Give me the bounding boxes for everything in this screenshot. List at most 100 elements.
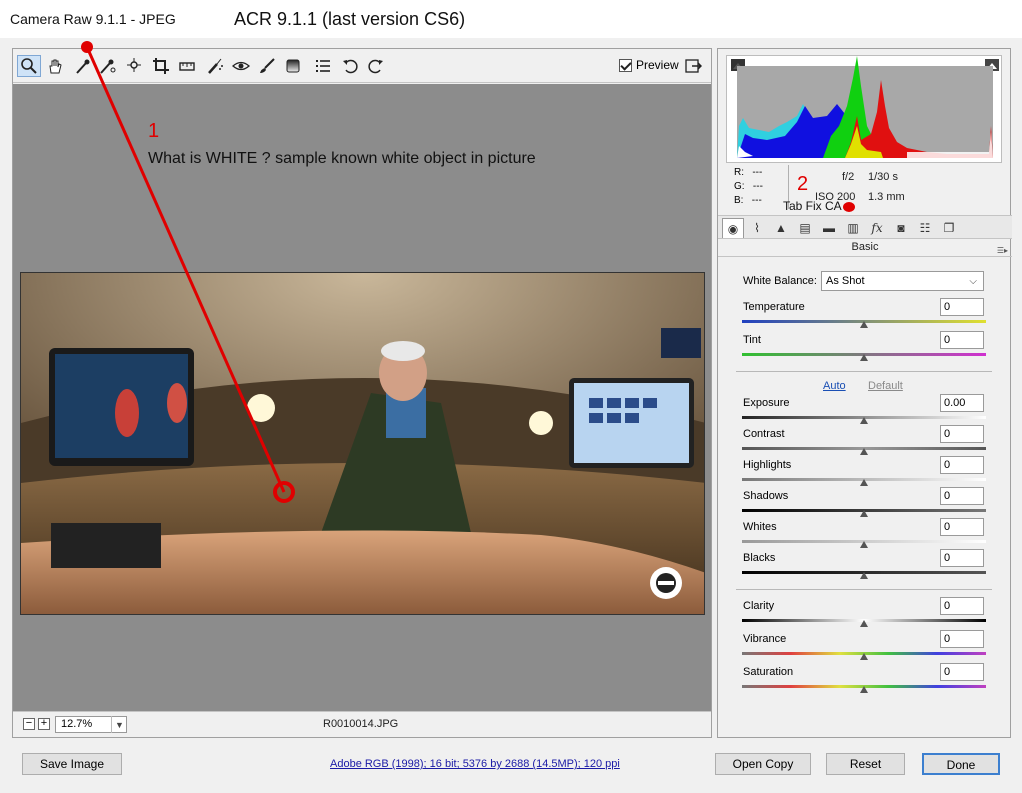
slider-thumb[interactable] <box>860 541 868 548</box>
b-readout: B: --- <box>734 195 762 206</box>
slider-value-field[interactable]: 0 <box>940 630 984 648</box>
slider-value-field[interactable]: 0 <box>940 487 984 505</box>
histogram-graph <box>737 56 993 158</box>
g-value: --- <box>752 181 763 192</box>
slider-value-field[interactable]: 0 <box>940 456 984 474</box>
slider-label: Blacks <box>743 552 776 564</box>
preview-image[interactable] <box>20 272 705 615</box>
preview-label: Preview <box>636 58 679 72</box>
histogram <box>726 55 1002 163</box>
app-title: Camera Raw 9.1.1 - JPEG <box>10 11 176 27</box>
slider-thumb[interactable] <box>860 354 868 361</box>
white-balance-label: White Balance: <box>743 275 817 287</box>
slider-value-field[interactable]: 0 <box>940 597 984 615</box>
basic-tab[interactable]: ◉ <box>722 218 744 238</box>
preferences-icon[interactable] <box>311 55 335 77</box>
adjustment-panel: R: --- G: --- B: --- f/2 1/30 s ISO 200 … <box>717 48 1012 738</box>
done-button[interactable]: Done <box>922 753 1000 775</box>
slider-label: Vibrance <box>743 633 787 645</box>
hand-tool-icon[interactable] <box>43 55 67 77</box>
focal-length-value: 1.3 mm <box>868 191 905 203</box>
default-link[interactable]: Default <box>868 380 903 392</box>
slider-label: Whites <box>743 521 777 533</box>
zoom-in-button[interactable]: + <box>38 718 50 730</box>
preview-checkbox[interactable] <box>619 58 632 72</box>
reset-button[interactable]: Reset <box>826 753 905 775</box>
fullscreen-toggle-icon[interactable] <box>681 55 705 77</box>
snapshots-tab[interactable]: ❐ <box>938 218 960 238</box>
filename-label: R0010014.JPG <box>323 718 399 730</box>
g-label: G: <box>734 181 745 192</box>
r-readout: R: --- <box>734 167 762 178</box>
r-label: R: <box>734 167 744 178</box>
slider-thumb[interactable] <box>860 510 868 517</box>
chevron-down-icon[interactable]: ▼ <box>111 716 127 733</box>
slider-thumb[interactable] <box>860 620 868 627</box>
shutter-value: 1/30 s <box>868 171 898 183</box>
slider-label: Contrast <box>743 428 785 440</box>
slider-thumb[interactable] <box>860 448 868 455</box>
slider-label: Highlights <box>743 459 792 471</box>
auto-link[interactable]: Auto <box>823 380 846 392</box>
slider-value-field[interactable]: 0 <box>940 298 984 316</box>
rotate-ccw-icon[interactable] <box>339 55 363 77</box>
tone-curve-tab[interactable]: ⌇ <box>746 218 768 238</box>
slider-thumb[interactable] <box>860 321 868 328</box>
slider-label: Clarity <box>743 600 775 612</box>
save-image-button[interactable]: Save Image <box>22 753 122 775</box>
rotate-cw-icon[interactable] <box>363 55 387 77</box>
slider-label: Tint <box>743 334 761 346</box>
slider-value-field[interactable]: 0 <box>940 663 984 681</box>
slider-label: Exposure <box>743 397 790 409</box>
slider-value-field[interactable]: 0.00 <box>940 394 984 412</box>
image-area: Preview − + 12.7% ▼ R0010014.JPG <box>12 48 712 738</box>
slider-label: Temperature <box>743 301 805 313</box>
red-eye-tool-icon[interactable] <box>229 55 253 77</box>
white-balance-select[interactable]: As Shot ⌵ <box>821 271 984 291</box>
graduated-filter-tool-icon[interactable] <box>281 55 305 77</box>
image-viewport[interactable] <box>13 84 711 711</box>
slider-thumb[interactable] <box>860 572 868 579</box>
targeted-adjustment-tool-icon[interactable] <box>123 55 147 77</box>
zoom-tool-icon[interactable] <box>17 55 41 77</box>
lens-corrections-tab[interactable]: ▥ <box>842 218 864 238</box>
chevron-down-icon: ⌵ <box>969 276 977 287</box>
adjustment-brush-tool-icon[interactable] <box>255 55 279 77</box>
slider-value-field[interactable]: 0 <box>940 331 984 349</box>
annotation-title: ACR 9.1.1 (last version CS6) <box>234 9 466 29</box>
slider-value-field[interactable]: 0 <box>940 518 984 536</box>
presets-tab[interactable]: ☷ <box>914 218 936 238</box>
hsl-tab[interactable]: ▤ <box>794 218 816 238</box>
open-copy-button[interactable]: Open Copy <box>715 753 811 775</box>
spot-removal-tool-icon[interactable] <box>203 55 227 77</box>
pixel-readouts: R: --- G: --- B: --- f/2 1/30 s ISO 200 … <box>718 163 1012 215</box>
b-value: --- <box>751 195 762 206</box>
readout-divider <box>788 165 789 209</box>
panel-title: Basic ☰▸ <box>718 239 1012 257</box>
slider-value-field[interactable]: 0 <box>940 425 984 443</box>
split-toning-tab[interactable]: ▬ <box>818 218 840 238</box>
color-sampler-tool-icon[interactable] <box>95 55 119 77</box>
crop-tool-icon[interactable] <box>149 55 173 77</box>
panel-menu-icon[interactable]: ☰▸ <box>997 243 1008 259</box>
zoom-out-button[interactable]: − <box>23 718 35 730</box>
status-bar: − + 12.7% ▼ R0010014.JPG <box>13 711 711 737</box>
slider-value-field[interactable]: 0 <box>940 549 984 567</box>
camera-calibration-tab[interactable]: ◙ <box>890 218 912 238</box>
panel-tabs: ◉ ⌇ ▲ ▤ ▬ ▥ fx ◙ ☷ ❐ <box>718 215 1012 239</box>
white-balance-value: As Shot <box>826 275 865 287</box>
slider-thumb[interactable] <box>860 653 868 660</box>
section-divider <box>736 589 992 590</box>
slider-thumb[interactable] <box>860 479 868 486</box>
white-balance-tool-icon[interactable] <box>71 55 95 77</box>
aperture-value: f/2 <box>842 171 855 183</box>
b-label: B: <box>734 195 744 206</box>
slider-thumb[interactable] <box>860 686 868 693</box>
detail-tab[interactable]: ▲ <box>770 218 792 238</box>
effects-tab[interactable]: fx <box>866 218 888 238</box>
slider-thumb[interactable] <box>860 417 868 424</box>
preview-toggle[interactable]: Preview <box>619 58 679 72</box>
toolbar: Preview <box>13 49 711 83</box>
straighten-tool-icon[interactable] <box>175 55 199 77</box>
workflow-options-link[interactable]: Adobe RGB (1998); 16 bit; 5376 by 2688 (… <box>330 758 620 770</box>
